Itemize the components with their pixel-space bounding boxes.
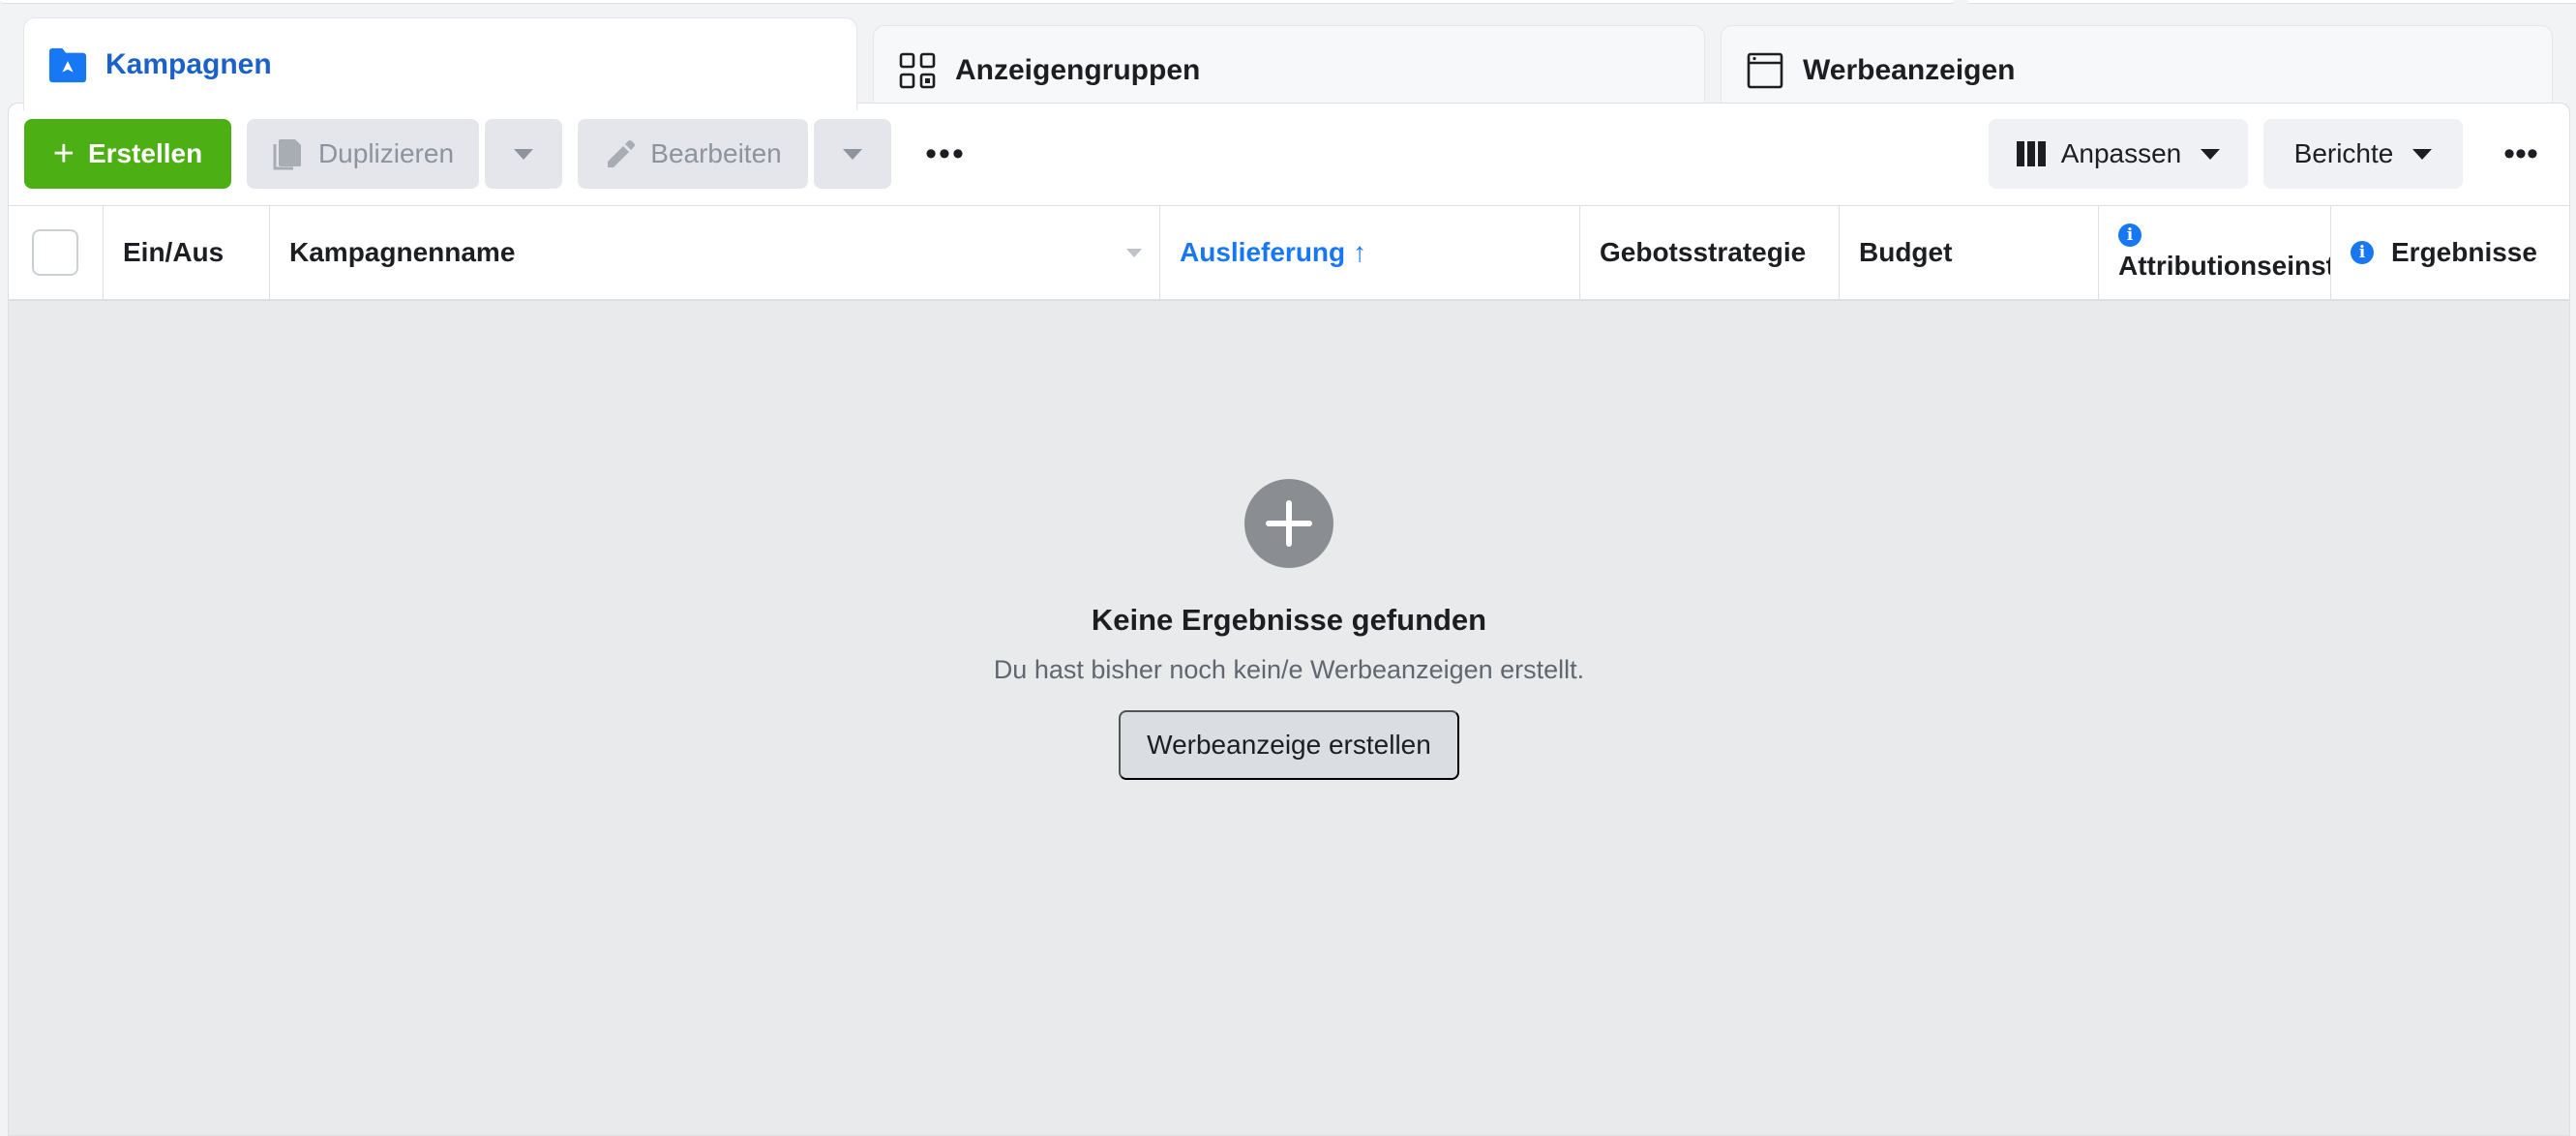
empty-state-subtitle: Du hast bisher noch kein/e Werbeanzeigen…: [993, 655, 1585, 684]
column-label: Gebotsstrategie: [1600, 237, 1807, 267]
caret-down-icon: [2201, 148, 2221, 160]
customize-button[interactable]: Anpassen: [1989, 119, 2248, 189]
reports-label: Berichte: [2293, 138, 2394, 168]
duplicate-button[interactable]: Duplizieren: [247, 119, 479, 189]
top-strip: [0, 0, 1955, 4]
column-label: Auslieferung: [1180, 237, 1346, 267]
column-label: Ergebnisse: [2391, 237, 2537, 267]
grid-icon: [897, 50, 938, 91]
more-icon: •••: [925, 135, 966, 172]
tab-anzeigengruppen[interactable]: Anzeigengruppen: [873, 25, 1705, 114]
info-icon[interactable]: i: [2351, 241, 2374, 264]
caret-down-icon: [2412, 148, 2433, 160]
column-header-budget[interactable]: Budget: [1840, 206, 2099, 299]
sort-ascending-icon: ↑: [1353, 237, 1367, 267]
create-ad-button[interactable]: Werbeanzeige erstellen: [1119, 710, 1459, 780]
caret-down-icon: [514, 148, 533, 160]
plus-circle-icon: [1244, 479, 1333, 568]
create-label: Erstellen: [87, 138, 203, 168]
reports-button[interactable]: Berichte: [2263, 119, 2463, 189]
duplicate-label: Duplizieren: [317, 138, 455, 168]
table-header: Ein/Aus Kampagnenname Auslieferung ↑ Geb…: [9, 206, 2569, 301]
top-strip-right: [1968, 0, 2576, 4]
tab-werbeanzeigen[interactable]: Werbeanzeigen: [1721, 25, 2553, 114]
column-header-on-off[interactable]: Ein/Aus: [104, 206, 270, 299]
caret-down-icon: [843, 148, 862, 160]
more-icon: •••: [2503, 135, 2538, 172]
column-label: Kampagnenname: [289, 237, 516, 267]
column-header-results[interactable]: i Ergebnisse: [2331, 206, 2571, 299]
customize-label: Anpassen: [2060, 138, 2182, 168]
campaign-panel: + Erstellen Duplizieren Bearbeiten ••• A…: [8, 103, 2570, 1136]
column-header-attribution[interactable]: i Attributionseinst: [2099, 206, 2331, 299]
tab-label: Kampagnen: [105, 47, 272, 80]
duplicate-dropdown-button[interactable]: [485, 119, 562, 189]
edit-button[interactable]: Bearbeiten: [578, 119, 808, 189]
column-label: Attributionseinst: [2118, 251, 2331, 281]
more-options-button[interactable]: •••: [2492, 119, 2550, 189]
column-label: Ein/Aus: [123, 237, 225, 267]
window-icon: [1745, 50, 1785, 91]
edit-label: Bearbeiten: [650, 138, 782, 168]
empty-state: Keine Ergebnisse gefunden Du hast bisher…: [9, 301, 2569, 780]
column-label: Budget: [1859, 237, 1953, 267]
duplicate-icon: [272, 137, 303, 170]
info-icon[interactable]: i: [2118, 224, 2142, 247]
plus-icon: +: [52, 134, 75, 174]
more-actions-button[interactable]: •••: [916, 119, 974, 189]
select-all-cell: [9, 206, 104, 299]
edit-dropdown-button[interactable]: [814, 119, 891, 189]
column-header-delivery[interactable]: Auslieferung ↑: [1160, 206, 1580, 299]
create-button[interactable]: + Erstellen: [24, 119, 231, 189]
tab-kampagnen[interactable]: Kampagnen: [23, 17, 857, 110]
toolbar: + Erstellen Duplizieren Bearbeiten ••• A…: [9, 104, 2569, 206]
column-header-campaign-name[interactable]: Kampagnenname: [270, 206, 1160, 299]
select-all-checkbox[interactable]: [32, 229, 78, 276]
tab-label: Werbeanzeigen: [1803, 53, 2016, 86]
sort-caret-icon[interactable]: [1126, 249, 1142, 257]
folder-flag-icon: [47, 45, 88, 85]
empty-state-title: Keine Ergebnisse gefunden: [1091, 603, 1487, 637]
column-header-bid-strategy[interactable]: Gebotsstrategie: [1580, 206, 1840, 299]
tab-label: Anzeigengruppen: [955, 53, 1201, 86]
pencil-icon: [604, 138, 636, 169]
columns-icon: [2016, 141, 2046, 166]
